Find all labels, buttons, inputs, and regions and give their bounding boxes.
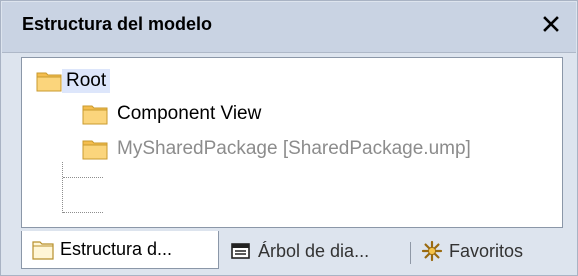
diagram-tree-icon xyxy=(231,243,250,259)
tree-connector xyxy=(63,177,103,178)
tab-label: Estructura d... xyxy=(60,239,173,259)
tab-model-tree[interactable]: Estructura d... xyxy=(21,231,219,269)
favorites-icon xyxy=(421,240,443,262)
folder-icon xyxy=(82,138,108,160)
panel-title: Estructura del modelo xyxy=(22,14,213,34)
tree-node-label: Root xyxy=(62,69,111,93)
panel-tab-bar: Estructura d... Árbol de dia... Favorito… xyxy=(2,231,576,273)
tree-node-label: MySharedPackage [SharedPackage.ump] xyxy=(117,138,471,159)
tab-label: Árbol de dia... xyxy=(258,240,370,261)
model-tree-panel: Estructura del modelo Root Component Vie… xyxy=(0,0,578,276)
tab-label: Favoritos xyxy=(449,240,524,261)
tab-favorites[interactable]: Favoritos xyxy=(421,231,523,271)
model-tree-view[interactable]: Root Component View MySharedPackage [Sha… xyxy=(21,57,563,228)
close-icon[interactable] xyxy=(538,11,564,37)
folder-icon xyxy=(36,70,62,92)
tree-connector xyxy=(62,162,63,213)
tree-node-root[interactable]: Root xyxy=(36,67,111,95)
model-tree-icon xyxy=(32,240,54,260)
tree-node-shared-package[interactable]: MySharedPackage [SharedPackage.ump] xyxy=(82,135,475,163)
tree-connector xyxy=(63,212,103,213)
tab-separator xyxy=(410,242,411,264)
tree-node-label: Component View xyxy=(117,103,262,124)
tree-node-component-view[interactable]: Component View xyxy=(82,100,265,128)
folder-icon xyxy=(82,103,108,125)
tab-diagram-tree[interactable]: Árbol de dia... xyxy=(230,231,369,271)
panel-title-bar: Estructura del modelo xyxy=(2,2,576,53)
